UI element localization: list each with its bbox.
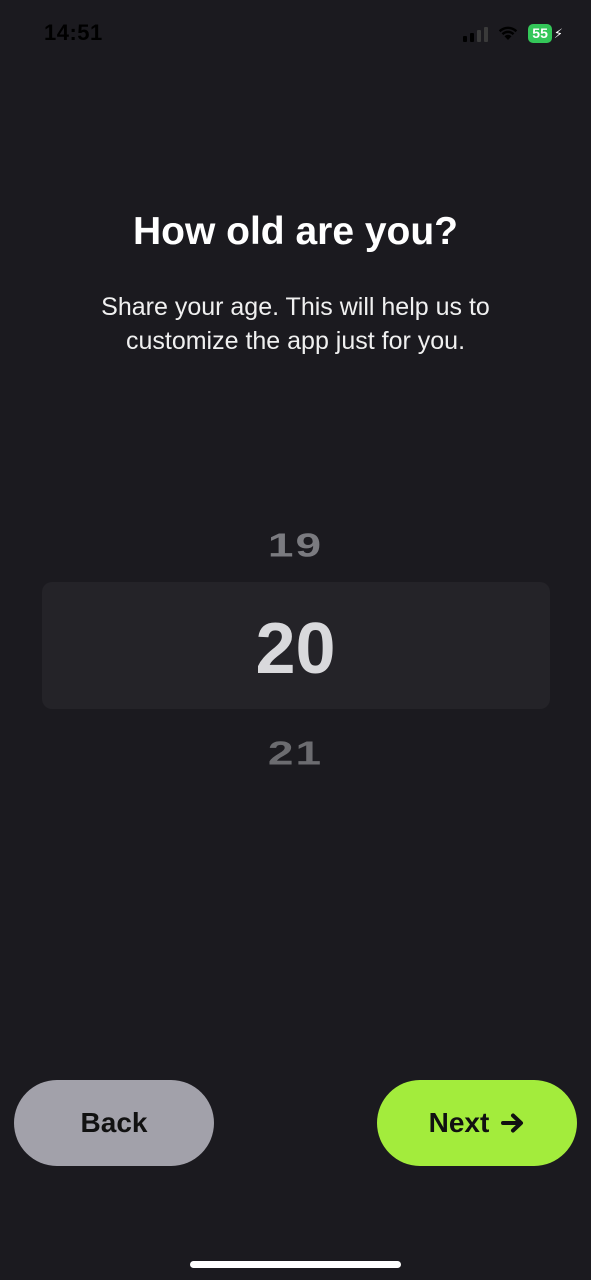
- wifi-icon: [498, 26, 518, 41]
- picker-option-previous[interactable]: 19: [0, 526, 591, 565]
- next-button[interactable]: Next: [377, 1080, 577, 1166]
- status-icons: 55 ⚡: [463, 24, 563, 43]
- battery-level: 55: [528, 24, 552, 43]
- picker-option-next[interactable]: 21: [0, 734, 591, 773]
- back-button[interactable]: Back: [14, 1080, 214, 1166]
- status-time: 14:51: [44, 20, 103, 45]
- status-bar: 14:51 55 ⚡: [0, 0, 591, 70]
- page-title: How old are you?: [132, 210, 459, 253]
- charging-bolt-icon: ⚡: [553, 25, 563, 41]
- back-button-label: Back: [80, 1107, 148, 1138]
- signal-icon: [463, 26, 489, 42]
- page-subtitle: Share your age. This will help us to cus…: [101, 293, 490, 355]
- arrow-right-icon: [501, 1112, 525, 1134]
- battery-icon: 55 ⚡: [528, 24, 563, 43]
- home-indicator: [190, 1261, 401, 1268]
- age-picker[interactable]: 19 20 21: [0, 500, 591, 800]
- picker-option-selected[interactable]: 20: [0, 608, 591, 690]
- next-button-label: Next: [428, 1107, 490, 1138]
